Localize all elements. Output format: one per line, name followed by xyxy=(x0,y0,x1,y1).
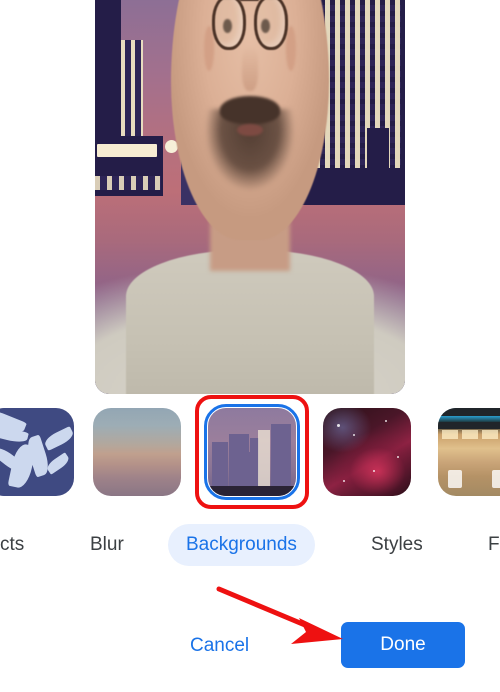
tab-filters[interactable]: F xyxy=(488,524,500,566)
effect-category-tabs[interactable]: cts Blur Backgrounds Styles F xyxy=(0,524,500,566)
self-view-video-preview xyxy=(95,0,405,394)
thumbnail-item-wrapper[interactable] xyxy=(438,408,500,496)
city-skyline-background[interactable] xyxy=(208,408,296,496)
eyeglass-lens xyxy=(212,0,247,50)
background-thumbnail-strip[interactable] xyxy=(0,395,500,509)
person-nose xyxy=(242,46,258,92)
tab-blur[interactable]: Blur xyxy=(90,524,124,566)
skyline-building xyxy=(367,128,389,190)
cancel-button[interactable]: Cancel xyxy=(182,628,257,664)
tab-effects[interactable]: cts xyxy=(0,524,24,566)
eyeglass-lens xyxy=(253,0,288,50)
skyline-building xyxy=(95,176,161,190)
thumbnail-item-wrapper[interactable] xyxy=(0,408,74,496)
patio-lights-background[interactable] xyxy=(438,408,500,496)
fern-pattern-background[interactable] xyxy=(0,408,74,496)
thumbnail-item-wrapper[interactable] xyxy=(323,408,411,496)
thumbnail-item-wrapper[interactable] xyxy=(93,408,181,496)
thumbnail-item-wrapper[interactable] xyxy=(195,395,309,509)
tab-styles[interactable]: Styles xyxy=(371,524,423,566)
tab-backgrounds[interactable]: Backgrounds xyxy=(168,524,315,566)
sunset-gradient-background[interactable] xyxy=(93,408,181,496)
done-button[interactable]: Done xyxy=(341,622,465,668)
skyline-billboard xyxy=(97,144,157,157)
person-mustache xyxy=(219,96,280,125)
nebula-space-background[interactable] xyxy=(323,408,411,496)
eyeglasses xyxy=(212,0,288,50)
background-picker-screen: cts Blur Backgrounds Styles F Cancel Don… xyxy=(0,0,500,692)
